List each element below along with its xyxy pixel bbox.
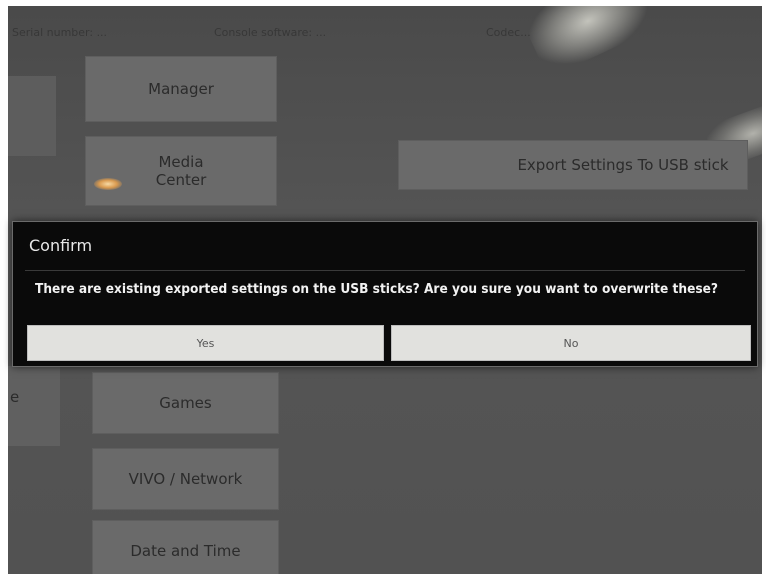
left-panel-label: e: [10, 388, 20, 406]
status-serial-text: Serial number: ...: [12, 26, 108, 39]
left-panel-stub-2[interactable]: e: [8, 366, 60, 446]
dialog-divider: [25, 270, 745, 271]
confirm-dialog: Confirm There are existing exported sett…: [12, 221, 758, 367]
no-button-label: No: [563, 336, 579, 350]
menu-button-media-center-label: Media Center: [155, 153, 207, 189]
dialog-button-row: Yes No: [25, 325, 753, 361]
photo-frame: Serial number: ... Console software: ...…: [0, 0, 766, 579]
dialog-message: There are existing exported settings on …: [35, 282, 719, 297]
yes-button-label: Yes: [196, 336, 215, 350]
export-settings-button[interactable]: Export Settings To USB stick: [398, 140, 748, 190]
status-bar: Serial number: ... Console software: ...…: [8, 23, 762, 45]
no-button[interactable]: No: [391, 325, 751, 361]
dialog-title: Confirm: [29, 236, 93, 255]
menu-button-date-and-time[interactable]: Date and Time: [92, 520, 279, 574]
status-software-text: Console software: ...: [214, 26, 327, 39]
menu-button-vivo-network-label: VIVO / Network: [128, 470, 243, 488]
status-codec-text: Codec...: [486, 26, 531, 39]
menu-button-media-center[interactable]: Media Center: [85, 136, 277, 206]
yes-button[interactable]: Yes: [27, 325, 384, 361]
menu-button-manager[interactable]: Manager: [85, 56, 277, 122]
export-settings-label: Export Settings To USB stick: [517, 156, 729, 174]
menu-button-vivo-network[interactable]: VIVO / Network: [92, 448, 279, 510]
indicator-light-reflection: [94, 178, 122, 190]
menu-button-games[interactable]: Games: [92, 372, 279, 434]
left-panel-stub: [8, 76, 56, 156]
menu-button-games-label: Games: [159, 394, 212, 412]
menu-button-manager-label: Manager: [148, 80, 214, 98]
menu-button-date-and-time-label: Date and Time: [130, 542, 241, 560]
